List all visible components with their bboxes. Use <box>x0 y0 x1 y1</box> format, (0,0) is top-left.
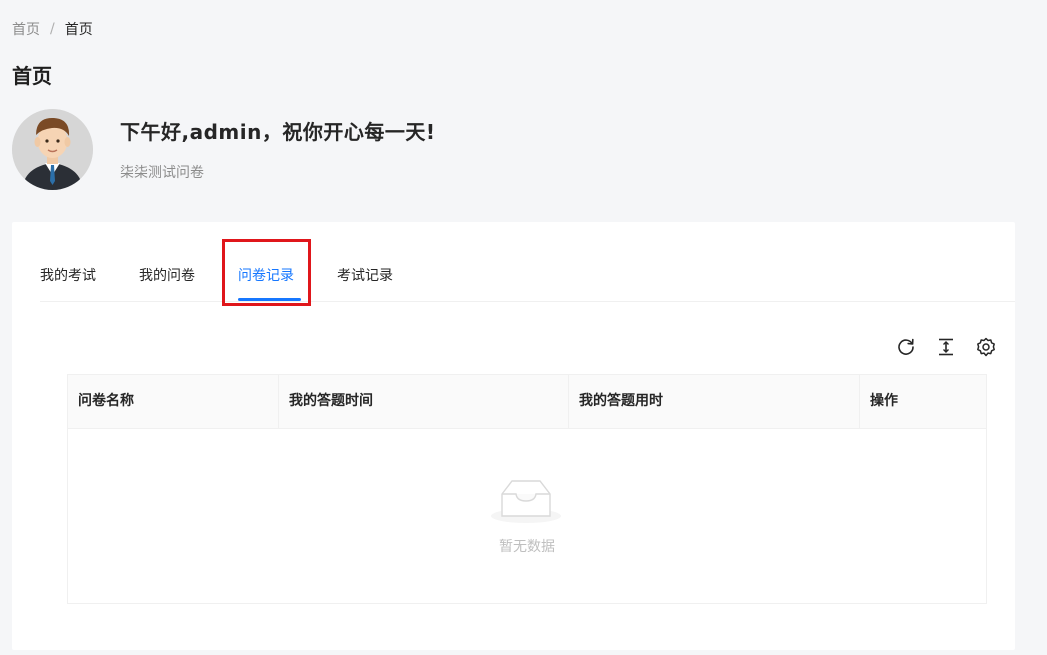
empty-text: 暂无数据 <box>499 539 555 555</box>
records-table: 问卷名称 我的答题时间 我的答题用时 操作 暂无数据 <box>67 374 987 604</box>
tab-exam-records[interactable]: 考试记录 <box>337 265 393 285</box>
user-subtitle: 柒柒测试问卷 <box>120 165 204 181</box>
column-actions[interactable]: 操作 <box>859 375 986 428</box>
column-height-icon[interactable] <box>935 336 957 358</box>
breadcrumb-separator: / <box>50 21 55 37</box>
breadcrumb: 首页 / 首页 <box>12 19 93 39</box>
table-toolbar <box>885 336 1015 360</box>
greeting-text: 下午好,admin，祝你开心每一天! <box>120 120 436 144</box>
column-survey-name[interactable]: 问卷名称 <box>68 375 278 428</box>
records-card: 我的考试 我的问卷 问卷记录 考试记录 问卷名称 我的答题时间 我的答题用时 操… <box>12 222 1015 650</box>
tab-bar: 我的考试 我的问卷 问卷记录 考试记录 <box>40 222 1015 302</box>
page-title: 首页 <box>12 64 52 88</box>
breadcrumb-root[interactable]: 首页 <box>12 19 40 39</box>
column-answer-time[interactable]: 我的答题时间 <box>278 375 568 428</box>
table-header: 问卷名称 我的答题时间 我的答题用时 操作 <box>68 375 986 429</box>
column-answer-duration[interactable]: 我的答题用时 <box>568 375 859 428</box>
empty-state: 暂无数据 <box>68 428 986 603</box>
highlight-annotation <box>222 239 311 306</box>
breadcrumb-current: 首页 <box>64 22 93 38</box>
tab-my-surveys[interactable]: 我的问卷 <box>139 265 195 285</box>
reload-icon[interactable] <box>895 336 917 358</box>
setting-icon[interactable] <box>975 336 997 358</box>
empty-inbox-icon <box>490 476 562 524</box>
user-avatar-icon <box>12 109 93 190</box>
avatar <box>12 109 93 190</box>
tab-my-exams[interactable]: 我的考试 <box>40 265 96 285</box>
